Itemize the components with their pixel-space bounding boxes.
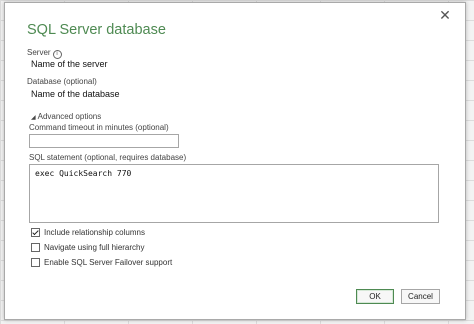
option-label: Enable SQL Server Failover support (44, 257, 173, 267)
option-enable-failover-support[interactable]: Enable SQL Server Failover support (31, 257, 172, 267)
database-label: Database (optional) (27, 77, 97, 86)
sql-server-database-dialog: ✕ SQL Server database Server i Name of th… (4, 2, 466, 320)
checkbox-unchecked[interactable] (31, 257, 40, 267)
option-label: Include relationship columns (44, 227, 145, 237)
command-timeout-label: Command timeout in minutes (optional) (29, 123, 169, 132)
option-navigate-full-hierarchy[interactable]: Navigate using full hierarchy (31, 242, 145, 252)
cancel-button[interactable]: Cancel (401, 289, 440, 304)
advanced-options-label: Advanced options (37, 112, 102, 121)
checkbox-checked[interactable] (31, 227, 40, 237)
option-include-relationship-columns[interactable]: Include relationship columns (31, 227, 145, 237)
checkbox-unchecked[interactable] (31, 242, 40, 252)
command-timeout-input[interactable] (29, 134, 179, 148)
server-label-row: Server i (27, 48, 62, 59)
close-icon[interactable]: ✕ (437, 7, 453, 23)
info-icon[interactable]: i (52, 50, 62, 59)
server-name-value[interactable]: Name of the server (31, 59, 108, 69)
option-label: Navigate using full hierarchy (44, 242, 145, 252)
sql-statement-input[interactable]: exec QuickSearch 770 (29, 164, 439, 223)
ok-button[interactable]: OK (356, 289, 394, 304)
server-label: Server (27, 48, 51, 57)
database-name-value[interactable]: Name of the database (31, 89, 120, 99)
dialog-title: SQL Server database (27, 22, 166, 38)
collapse-triangle-icon: ◢ (31, 115, 36, 121)
sql-statement-label: SQL statement (optional, requires databa… (29, 153, 187, 162)
advanced-options-toggle[interactable]: ◢ Advanced options (31, 112, 101, 121)
